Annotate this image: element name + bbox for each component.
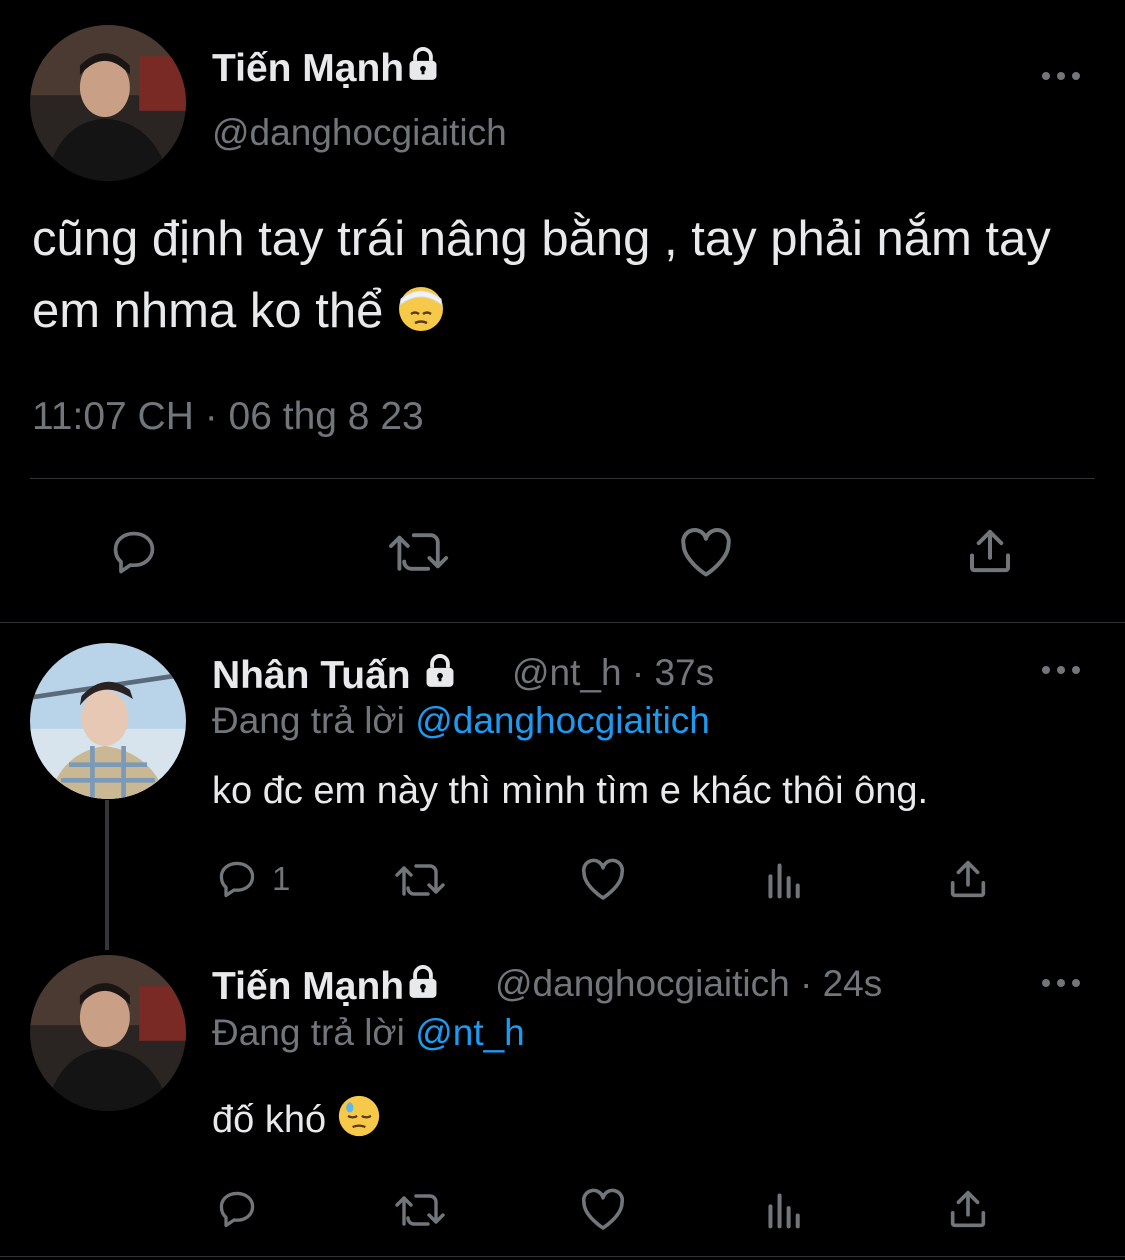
retweet-icon [389, 533, 449, 571]
share-button[interactable] [945, 856, 991, 902]
like-icon [581, 858, 625, 900]
more-options-icon[interactable] [1042, 975, 1082, 989]
views-button[interactable] [764, 860, 806, 900]
retweet-button[interactable] [392, 1190, 452, 1230]
reply-icon [219, 1191, 255, 1228]
like-button[interactable] [578, 857, 628, 901]
divider [30, 478, 1095, 479]
author-name[interactable]: Tiến Mạnh [212, 963, 442, 1011]
views-icon [768, 863, 800, 899]
more-options-icon[interactable] [1042, 662, 1082, 676]
avatar[interactable] [30, 25, 186, 181]
author-name-text: Nhân Tuấn [212, 654, 411, 697]
share-icon [969, 529, 1011, 573]
retweet-icon [395, 864, 445, 896]
reply-icon [113, 531, 155, 574]
mention-link[interactable]: @danghocgiaitich [415, 700, 710, 741]
views-button[interactable] [764, 1190, 806, 1230]
share-button[interactable] [962, 524, 1018, 578]
replying-prefix: Đang trả lời [212, 700, 405, 741]
like-icon [581, 1188, 625, 1230]
like-button[interactable] [676, 526, 736, 578]
lock-icon [404, 45, 442, 93]
like-icon [681, 528, 731, 577]
like-button[interactable] [578, 1187, 628, 1231]
avatar-photo [30, 955, 186, 1111]
author-name-text: Tiến Mạnh [212, 47, 405, 90]
reply-icon [219, 861, 255, 898]
tweet-text-content: cũng định tay trái nâng bằng , tay phải … [32, 212, 1051, 338]
share-button[interactable] [945, 1186, 991, 1232]
divider [0, 622, 1125, 623]
downcast-face-with-sweat-emoji [337, 1094, 381, 1148]
retweet-button[interactable] [385, 528, 457, 576]
divider [0, 1256, 1125, 1257]
lock-icon [404, 963, 442, 1011]
retweet-button[interactable] [392, 860, 452, 900]
more-options-icon[interactable] [1042, 68, 1082, 82]
mention-link[interactable]: @nt_h [415, 1012, 525, 1053]
reply-text-content: đố khó [212, 1099, 327, 1141]
author-name[interactable]: Tiến Mạnh [212, 45, 442, 93]
avatar-photo [30, 643, 186, 799]
face-with-head-bandage-emoji [397, 281, 445, 353]
share-icon [950, 1190, 986, 1228]
replying-to: Đang trả lời @danghocgiaitich [212, 700, 710, 742]
thread-connector [105, 800, 109, 950]
author-handle[interactable]: @danghocgiaitich [212, 112, 507, 154]
reply-button[interactable]: 1 [214, 857, 290, 901]
author-handle[interactable]: @danghocgiaitich [495, 963, 790, 1004]
share-icon [950, 860, 986, 898]
tweet-text: cũng định tay trái nâng bằng , tay phải … [32, 203, 1082, 353]
reply-count: 1 [272, 860, 291, 897]
avatar[interactable] [30, 643, 186, 799]
lock-icon [421, 652, 459, 700]
retweet-icon [395, 1194, 445, 1226]
reply-button[interactable] [106, 526, 162, 578]
tweet-timestamp: 11:07 CH · 06 thg 8 23 [32, 395, 424, 438]
author-name[interactable]: Nhân Tuấn [212, 652, 459, 700]
reply-button[interactable] [214, 1187, 260, 1231]
author-name-text: Tiến Mạnh [212, 965, 405, 1008]
author-handle-and-time: @danghocgiaitich · 24s [495, 963, 882, 1005]
post-time: · 24s [799, 963, 883, 1004]
replying-to: Đang trả lời @nt_h [212, 1012, 525, 1054]
reply-text: đố khó [212, 1094, 381, 1148]
post-time: · 37s [631, 652, 715, 693]
avatar[interactable] [30, 955, 186, 1111]
reply-text: ko đc em này thì mình tìm e khác thôi ôn… [212, 770, 929, 812]
views-icon [768, 1193, 800, 1229]
replying-prefix: Đang trả lời [212, 1012, 405, 1053]
author-handle-and-time: @nt_h · 37s [512, 652, 714, 694]
avatar-photo [30, 25, 186, 181]
author-handle[interactable]: @nt_h [512, 652, 622, 693]
